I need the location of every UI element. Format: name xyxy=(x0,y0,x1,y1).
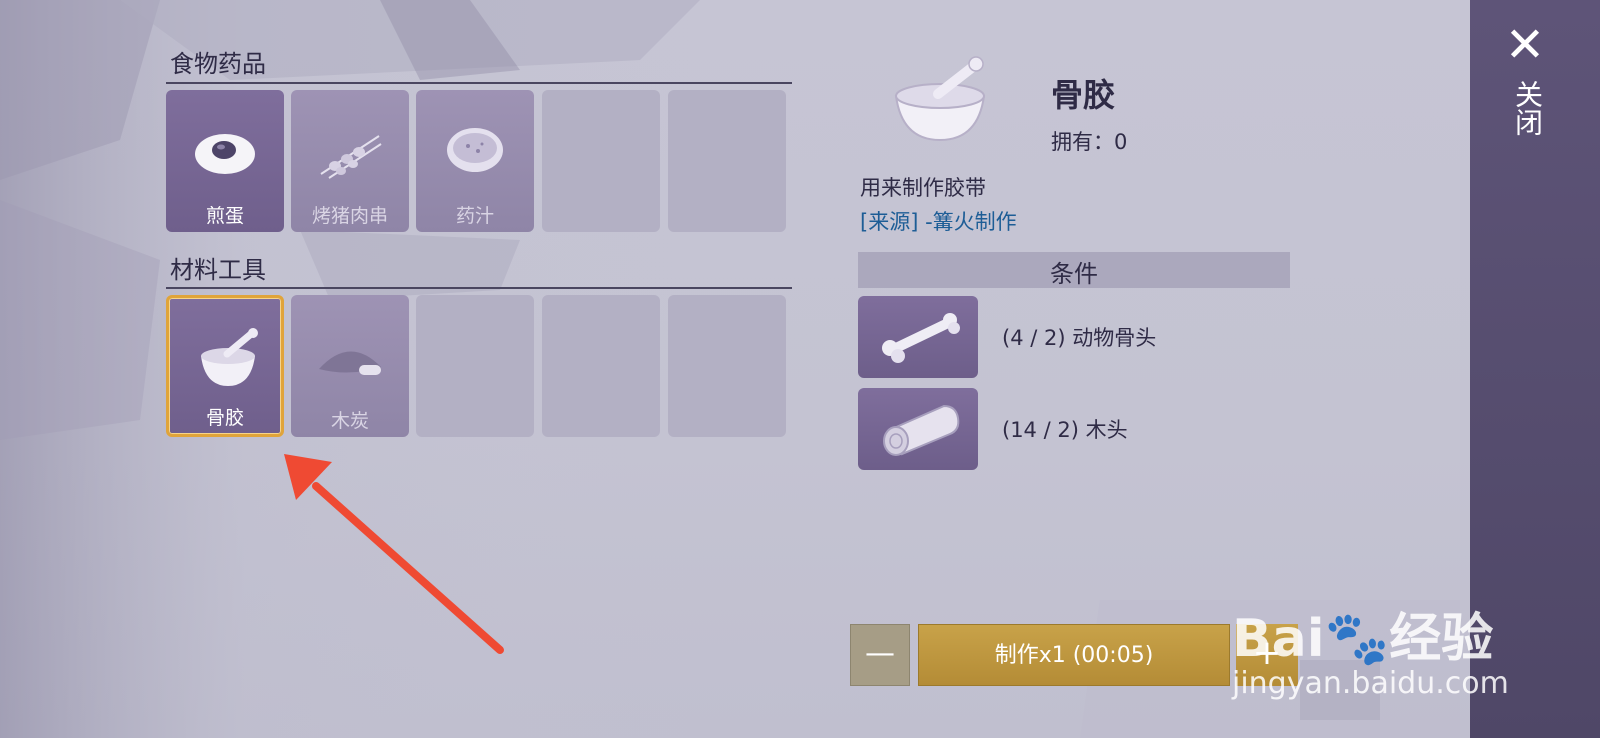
empty-slot xyxy=(668,90,786,232)
source-tag: [来源] xyxy=(860,210,919,234)
recipe-label: 煎蛋 xyxy=(205,205,244,227)
log-icon xyxy=(883,404,960,456)
recipe-slot-fried-egg[interactable]: 煎蛋 xyxy=(166,90,284,232)
craft-button[interactable]: 制作x1 (00:05) xyxy=(918,624,1230,686)
close-label[interactable]: 关闭 xyxy=(1508,80,1544,136)
fried-egg-icon xyxy=(195,134,255,174)
requirement-text: (4 / 2) 动物骨头 xyxy=(1002,326,1157,350)
item-owned-count: 拥有：0 xyxy=(1051,130,1128,154)
recipe-slot-potion[interactable]: 药汁 xyxy=(416,90,534,232)
section-title-material: 材料工具 xyxy=(170,256,266,284)
game-screen: 食物药品 煎蛋 烤猪肉串 药汁 材料工具 骨胶 木炭 骨胶 拥有：0 用来制作胶… xyxy=(0,0,1600,738)
item-description: 用来制作胶带 xyxy=(860,176,986,200)
watermark-logo: Bai🐾经验 xyxy=(1232,609,1494,669)
item-source: [来源] -篝火制作 xyxy=(860,206,1017,236)
section-divider xyxy=(166,287,792,289)
mortar-pestle-icon xyxy=(201,328,258,386)
requirement-slot-wood[interactable] xyxy=(858,388,978,470)
recipe-label: 木炭 xyxy=(330,410,369,432)
section-title-food: 食物药品 xyxy=(170,50,266,78)
section-divider xyxy=(166,82,792,84)
recipe-slot-pork-skewer[interactable]: 烤猪肉串 xyxy=(291,90,409,232)
empty-slot xyxy=(542,295,660,437)
item-name: 骨胶 xyxy=(1051,76,1116,114)
source-text: -篝火制作 xyxy=(918,210,1017,234)
recipe-label: 烤猪肉串 xyxy=(311,205,388,227)
conditions-header: 条件 xyxy=(858,252,1290,288)
mortar-pestle-icon xyxy=(894,56,986,142)
watermark-url: jingyan.baidu.com xyxy=(1232,666,1509,701)
conditions-title: 条件 xyxy=(1050,260,1098,288)
empty-slot xyxy=(668,295,786,437)
recipe-label: 骨胶 xyxy=(205,407,244,429)
empty-slot xyxy=(542,90,660,232)
recipe-slot-bone-glue[interactable]: 骨胶 xyxy=(166,295,284,437)
requirement-slot-bone[interactable] xyxy=(858,296,978,378)
charcoal-pile-icon xyxy=(319,351,381,375)
soup-bowl-icon xyxy=(447,128,503,172)
annotation-arrow xyxy=(284,454,504,654)
recipe-label: 药汁 xyxy=(455,205,494,227)
skewer-icon xyxy=(320,135,382,179)
decrease-quantity-button[interactable]: — xyxy=(850,624,910,686)
close-icon[interactable]: ✕ xyxy=(1502,21,1548,69)
bone-icon xyxy=(882,313,960,363)
empty-slot xyxy=(416,295,534,437)
recipe-slot-charcoal[interactable]: 木炭 xyxy=(291,295,409,437)
requirement-text: (14 / 2) 木头 xyxy=(1002,418,1128,442)
